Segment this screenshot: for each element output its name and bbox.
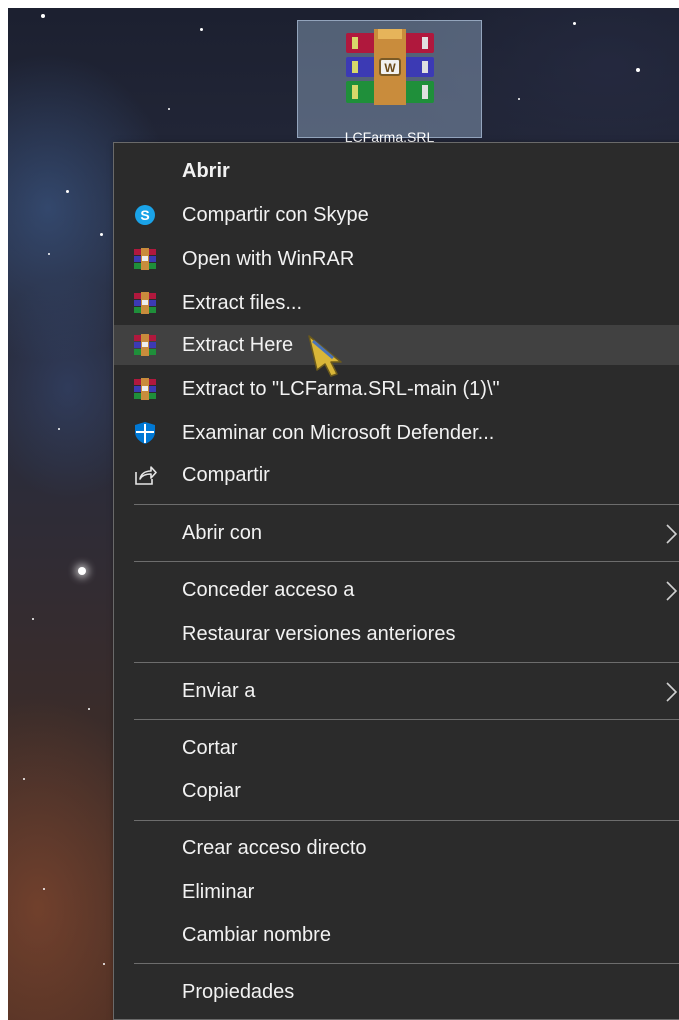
menu-item-cortar[interactable]: Cortar	[114, 728, 679, 768]
winrar-icon	[134, 378, 156, 400]
menu-separator	[134, 963, 679, 964]
chevron-right-icon	[666, 524, 678, 544]
menu-item-label: Extract files...	[182, 292, 303, 314]
star	[58, 428, 60, 430]
winrar-archive-icon: W	[346, 29, 434, 105]
star	[43, 888, 45, 890]
star	[78, 567, 86, 575]
star	[103, 963, 105, 965]
desktop-file-icon[interactable]: W LCFarma.SRL	[297, 20, 482, 145]
menu-item-label: Abrir	[182, 160, 230, 182]
menu-item-compartir[interactable]: Compartir	[114, 455, 679, 495]
menu-item-label: Examinar con Microsoft Defender...	[182, 422, 495, 444]
star	[41, 14, 45, 18]
star	[23, 778, 25, 780]
share-icon	[135, 466, 157, 485]
star	[518, 98, 520, 100]
menu-item-eliminar[interactable]: Eliminar	[114, 872, 679, 912]
menu-item-crear-acceso-directo[interactable]: Crear acceso directo	[114, 828, 679, 868]
star	[636, 68, 640, 72]
menu-item-label: Extract Here	[182, 334, 294, 356]
menu-item-label: Compartir	[182, 464, 270, 486]
menu-item-label: Extract to "LCFarma.SRL-main (1)\"	[182, 378, 500, 400]
menu-separator	[134, 719, 679, 720]
menu-item-label: Copiar	[182, 780, 241, 802]
star	[48, 253, 50, 255]
menu-item-extract-files[interactable]: Extract files...	[114, 283, 679, 323]
winrar-icon	[134, 292, 156, 314]
menu-item-label: Crear acceso directo	[182, 837, 367, 859]
menu-item-restaurar-versiones[interactable]: Restaurar versiones anteriores	[114, 614, 679, 654]
menu-item-abrir[interactable]: Abrir	[114, 151, 679, 191]
chevron-right-icon	[666, 682, 678, 702]
svg-text:S: S	[140, 207, 149, 223]
winrar-icon	[134, 334, 156, 356]
star	[88, 708, 90, 710]
menu-item-abrir-con[interactable]: Abrir con	[114, 513, 679, 553]
star	[100, 233, 103, 236]
defender-shield-icon	[135, 422, 155, 444]
desktop-background: W LCFarma.SRL Abrir S Compartir con Skyp…	[8, 8, 679, 1020]
menu-item-label: Enviar a	[182, 680, 256, 702]
menu-item-label: Eliminar	[182, 881, 255, 903]
star	[32, 618, 34, 620]
star	[200, 28, 203, 31]
menu-item-label: Abrir con	[182, 522, 263, 544]
menu-item-conceder-acceso[interactable]: Conceder acceso a	[114, 570, 679, 610]
menu-item-compartir-skype[interactable]: S Compartir con Skype	[114, 195, 679, 235]
star	[573, 22, 576, 25]
winrar-icon	[134, 248, 156, 270]
menu-item-extract-to[interactable]: Extract to "LCFarma.SRL-main (1)\"	[114, 369, 679, 409]
menu-separator	[134, 561, 679, 562]
context-menu: Abrir S Compartir con Skype Open with Wi…	[113, 142, 679, 1020]
menu-separator	[134, 662, 679, 663]
menu-item-copiar[interactable]: Copiar	[114, 771, 679, 811]
menu-item-label: Conceder acceso a	[182, 579, 355, 601]
menu-item-label: Open with WinRAR	[182, 248, 355, 270]
menu-item-label: Compartir con Skype	[182, 204, 369, 226]
menu-item-extract-here[interactable]: Extract Here	[114, 325, 679, 365]
star	[66, 190, 69, 193]
menu-separator	[134, 820, 679, 821]
svg-text:W: W	[384, 61, 396, 75]
star	[168, 108, 170, 110]
menu-item-open-winrar[interactable]: Open with WinRAR	[114, 239, 679, 279]
menu-item-label: Restaurar versiones anteriores	[182, 623, 456, 645]
menu-item-enviar-a[interactable]: Enviar a	[114, 671, 679, 711]
menu-item-propiedades[interactable]: Propiedades	[114, 972, 679, 1012]
mouse-cursor-icon	[308, 335, 342, 377]
menu-item-label: Cortar	[182, 737, 238, 759]
menu-item-cambiar-nombre[interactable]: Cambiar nombre	[114, 915, 679, 955]
skype-icon: S	[135, 205, 155, 225]
menu-item-defender-scan[interactable]: Examinar con Microsoft Defender...	[114, 413, 679, 453]
chevron-right-icon	[666, 581, 678, 601]
menu-separator	[134, 504, 679, 505]
menu-item-label: Propiedades	[182, 981, 295, 1003]
menu-item-label: Cambiar nombre	[182, 924, 331, 946]
